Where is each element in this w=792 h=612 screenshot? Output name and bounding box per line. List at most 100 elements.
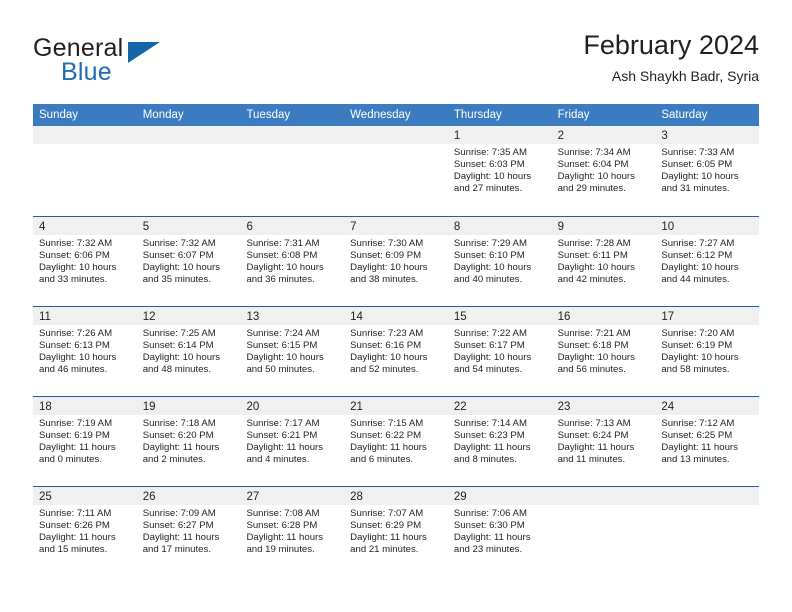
day-detail-line: Sunset: 6:27 PM (142, 520, 214, 532)
day-detail-line: and 35 minutes. (142, 274, 211, 286)
calendar-day-cell[interactable]: 8 Sunrise: 7:29 AM Sunset: 6:10 PM Daylight… (447, 217, 552, 306)
page-title: February 2024 (583, 30, 759, 60)
day-number: 3 (661, 130, 668, 142)
calendar-day-cell[interactable]: 15 Sunrise: 7:22 AM Sunset: 6:17 PM Dayligh… (447, 307, 552, 396)
day-detail-line: Daylight: 10 hours (39, 352, 117, 364)
day-number-band: 2 (551, 126, 656, 144)
calendar-day-cell[interactable]: 29 Sunrise: 7:06 AM Sunset: 6:30 PM Dayligh… (447, 487, 552, 576)
calendar-day-cell[interactable]: 19 Sunrise: 7:18 AM Sunset: 6:20 PM Dayligh… (136, 397, 241, 486)
day-detail-line: Sunrise: 7:06 AM (453, 508, 527, 519)
day-number-band: 6 (240, 217, 345, 235)
general-blue-logo[interactable]: General Blue (33, 34, 253, 96)
calendar-day-cell[interactable]: 26 Sunrise: 7:09 AM Sunset: 6:27 PM Dayligh… (136, 487, 241, 576)
day-detail-line: Sunrise: 7:20 AM (661, 328, 735, 339)
calendar-day-cell[interactable]: 25 Sunrise: 7:11 AM Sunset: 6:26 PM Dayligh… (33, 487, 137, 576)
day-detail-line: and 11 minutes. (557, 454, 626, 466)
day-number: 26 (142, 491, 156, 503)
day-detail-line: Daylight: 11 hours (453, 532, 531, 544)
calendar-day-cell[interactable]: 2 Sunrise: 7:34 AM Sunset: 6:04 PM Daylight… (551, 126, 656, 216)
day-detail-line: Daylight: 11 hours (39, 442, 116, 454)
day-detail-line: Sunrise: 7:22 AM (453, 328, 527, 339)
calendar-day-cell[interactable]: 28 Sunrise: 7:07 AM Sunset: 6:29 PM Dayligh… (344, 487, 448, 576)
day-detail-line: Sunset: 6:03 PM (453, 159, 525, 171)
day-number-band: 24 (655, 397, 760, 415)
calendar-day-cell[interactable]: 3 Sunrise: 7:33 AM Sunset: 6:05 PM Daylight… (655, 126, 760, 216)
calendar-weeks: 1 Sunrise: 7:35 AM Sunset: 6:03 PM Daylight… (33, 126, 760, 576)
calendar-day-cell[interactable]: 21 Sunrise: 7:15 AM Sunset: 6:22 PM Dayligh… (344, 397, 448, 486)
calendar-day-cell[interactable]: 22 Sunrise: 7:14 AM Sunset: 6:23 PM Dayligh… (447, 397, 552, 486)
day-details: Sunrise: 7:34 AM Sunset: 6:04 PM Daylight:… (552, 144, 656, 195)
weekday-header-monday: Monday (142, 109, 184, 121)
calendar-day-cell[interactable]: 10 Sunrise: 7:27 AM Sunset: 6:12 PM Dayligh… (655, 217, 760, 306)
day-details: Sunrise: 7:15 AM Sunset: 6:22 PM Daylight:… (344, 415, 448, 466)
day-detail-line: Sunset: 6:06 PM (39, 250, 110, 262)
day-detail-line: Sunrise: 7:15 AM (350, 418, 424, 429)
calendar-day-cell[interactable]: 6 Sunrise: 7:31 AM Sunset: 6:08 PM Daylight… (240, 217, 345, 306)
page-header: General Blue February 2024 Ash Shaykh Ba… (33, 28, 759, 98)
day-number-band (551, 487, 656, 505)
day-detail-line: Daylight: 10 hours (142, 262, 221, 274)
calendar-day-cell[interactable]: 7 Sunrise: 7:30 AM Sunset: 6:09 PM Daylight… (344, 217, 448, 306)
day-detail-line: and 42 minutes. (557, 274, 626, 286)
calendar-day-cell[interactable]: 12 Sunrise: 7:25 AM Sunset: 6:14 PM Dayligh… (136, 307, 241, 396)
day-number-band: 19 (136, 397, 241, 415)
day-details: Sunrise: 7:08 AM Sunset: 6:28 PM Daylight:… (240, 505, 344, 556)
day-detail-line: Daylight: 10 hours (661, 352, 739, 364)
day-number: 24 (661, 401, 675, 413)
day-number-band (136, 126, 241, 144)
day-number: 27 (246, 491, 260, 503)
day-number-band: 28 (344, 487, 448, 505)
day-details: Sunrise: 7:19 AM Sunset: 6:19 PM Daylight:… (33, 415, 137, 466)
calendar-day-cell[interactable]: 17 Sunrise: 7:20 AM Sunset: 6:19 PM Dayligh… (655, 307, 760, 396)
day-number: 16 (557, 311, 571, 323)
calendar-day-cell[interactable]: 24 Sunrise: 7:12 AM Sunset: 6:25 PM Dayligh… (655, 397, 760, 486)
calendar-grid: Sunday Monday Tuesday Wednesday Thursday Frid… (33, 104, 760, 576)
day-detail-line: Sunset: 6:08 PM (246, 250, 318, 262)
weekday-header-saturday: Saturday (661, 109, 708, 121)
calendar-day-cell[interactable]: 9 Sunrise: 7:28 AM Sunset: 6:11 PM Daylight… (551, 217, 656, 306)
calendar-day-cell[interactable]: 5 Sunrise: 7:32 AM Sunset: 6:07 PM Daylight… (136, 217, 241, 306)
day-details: Sunrise: 7:23 AM Sunset: 6:16 PM Daylight:… (344, 325, 448, 376)
day-details: Sunrise: 7:14 AM Sunset: 6:23 PM Daylight:… (448, 415, 552, 466)
day-number: 6 (246, 221, 253, 233)
calendar-day-cell[interactable]: 18 Sunrise: 7:19 AM Sunset: 6:19 PM Dayligh… (33, 397, 137, 486)
day-number-band: 12 (136, 307, 241, 325)
day-detail-line: Sunset: 6:29 PM (350, 520, 422, 532)
day-number: 20 (246, 401, 260, 413)
calendar-day-cell[interactable]: 20 Sunrise: 7:17 AM Sunset: 6:21 PM Dayligh… (240, 397, 345, 486)
day-detail-line: Sunset: 6:11 PM (557, 250, 628, 262)
calendar-day-cell[interactable]: 13 Sunrise: 7:24 AM Sunset: 6:15 PM Dayligh… (240, 307, 345, 396)
day-number-band: 1 (447, 126, 552, 144)
day-detail-line: Daylight: 10 hours (39, 262, 117, 274)
calendar-day-cell[interactable]: 14 Sunrise: 7:23 AM Sunset: 6:16 PM Dayligh… (344, 307, 448, 396)
day-detail-line: and 2 minutes. (142, 454, 206, 466)
calendar-day-cell[interactable]: 16 Sunrise: 7:21 AM Sunset: 6:18 PM Dayligh… (551, 307, 656, 396)
day-detail-line: and 6 minutes. (350, 454, 414, 466)
calendar-day-cell[interactable]: 27 Sunrise: 7:08 AM Sunset: 6:28 PM Dayligh… (240, 487, 345, 576)
day-detail-line: Sunrise: 7:11 AM (39, 508, 112, 519)
calendar-day-cell[interactable]: 4 Sunrise: 7:32 AM Sunset: 6:06 PM Daylight… (33, 217, 137, 306)
day-details: Sunrise: 7:29 AM Sunset: 6:10 PM Daylight:… (448, 235, 552, 286)
day-detail-line: and 58 minutes. (661, 364, 730, 376)
day-details: Sunrise: 7:20 AM Sunset: 6:19 PM Daylight:… (655, 325, 759, 376)
weekday-header-tuesday: Tuesday (246, 109, 291, 121)
day-detail-line: Sunrise: 7:07 AM (350, 508, 424, 519)
day-detail-line: and 21 minutes. (350, 544, 419, 556)
day-number-band (240, 126, 345, 144)
calendar-day-cell[interactable]: 1 Sunrise: 7:35 AM Sunset: 6:03 PM Daylight… (447, 126, 552, 216)
day-number-band: 22 (447, 397, 552, 415)
day-details: Sunrise: 7:11 AM Sunset: 6:26 PM Daylight:… (33, 505, 137, 556)
day-detail-line: and 33 minutes. (39, 274, 108, 286)
calendar-day-cell[interactable]: 11 Sunrise: 7:26 AM Sunset: 6:13 PM Dayligh… (33, 307, 137, 396)
day-detail-line: Sunrise: 7:24 AM (246, 328, 320, 339)
day-details: Sunrise: 7:30 AM Sunset: 6:09 PM Daylight:… (344, 235, 448, 286)
day-number: 9 (557, 221, 564, 233)
day-number: 11 (39, 311, 51, 323)
day-number-band: 25 (33, 487, 137, 505)
day-number-band: 16 (551, 307, 656, 325)
day-detail-line: and 19 minutes. (246, 544, 315, 556)
day-detail-line: Sunset: 6:22 PM (350, 430, 422, 442)
calendar-day-cell[interactable]: 23 Sunrise: 7:13 AM Sunset: 6:24 PM Dayligh… (551, 397, 656, 486)
day-detail-line: and 8 minutes. (453, 454, 517, 466)
day-detail-line: Sunrise: 7:32 AM (39, 238, 113, 249)
